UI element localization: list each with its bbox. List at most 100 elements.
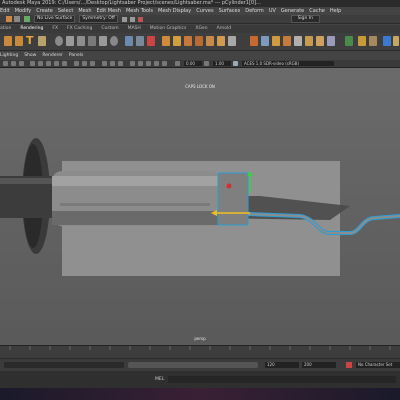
menu-select[interactable]: Select	[58, 7, 73, 15]
menu-help[interactable]: Help	[330, 7, 341, 15]
command-input[interactable]	[168, 376, 396, 383]
gamma-icon[interactable]	[204, 61, 209, 66]
tab-arnold[interactable]: Arnold	[217, 25, 232, 33]
combine-icon[interactable]	[125, 36, 133, 46]
isolate-icon[interactable]	[102, 61, 107, 66]
tab-fx[interactable]: FX	[52, 25, 58, 33]
range-slider-track[interactable]	[4, 362, 124, 368]
field-chart-icon[interactable]	[146, 61, 151, 66]
text-tool-icon[interactable]: T	[26, 35, 34, 46]
magnet-icon[interactable]	[6, 16, 12, 22]
viewport[interactable]: CAPS LOCK ON persp	[0, 68, 400, 345]
live-surface-field[interactable]: No Live Surface	[34, 15, 76, 23]
menu-mesh-display[interactable]: Mesh Display	[158, 7, 191, 15]
menu-cache[interactable]: Cache	[309, 7, 325, 15]
curve-tool-icon[interactable]	[4, 36, 12, 46]
mirror-icon[interactable]	[294, 36, 302, 46]
time-slider[interactable]	[0, 345, 400, 358]
safe-action-icon[interactable]	[154, 61, 159, 66]
tab-fx-caching[interactable]: FX Caching	[67, 25, 92, 33]
smooth-icon[interactable]	[283, 36, 291, 46]
yellow-tool-icon[interactable]	[393, 36, 399, 46]
cylinder-icon[interactable]	[77, 36, 85, 46]
range-end-field[interactable]: 120	[265, 362, 299, 368]
tab-motion-graphics[interactable]: Motion Graphics	[150, 25, 187, 33]
wireframe-icon[interactable]	[38, 61, 43, 66]
render-icon[interactable]	[137, 16, 143, 22]
gear-icon[interactable]	[358, 36, 366, 46]
gate-mask-icon[interactable]	[138, 61, 143, 66]
uv-icon[interactable]	[250, 36, 258, 46]
layout-icon[interactable]	[272, 36, 280, 46]
character-set-dropdown[interactable]: No Character Set	[356, 362, 400, 368]
torus-icon[interactable]	[110, 36, 118, 46]
crease-icon[interactable]	[316, 36, 324, 46]
animation-end-field[interactable]: 200	[302, 362, 336, 368]
toggle-icon[interactable]	[121, 16, 127, 22]
camera-icon[interactable]	[3, 61, 8, 66]
menu-deform[interactable]: Deform	[245, 7, 264, 15]
texture-icon[interactable]	[54, 61, 59, 66]
curve-tool-icon-2[interactable]	[15, 36, 23, 46]
menu-generate[interactable]: Generate	[281, 7, 304, 15]
command-language-label[interactable]: MEL	[155, 377, 164, 382]
tab-mash[interactable]: MASH	[128, 25, 141, 33]
cube-icon[interactable]	[66, 36, 74, 46]
safe-title-icon[interactable]	[162, 61, 167, 66]
menu-curves[interactable]: Curves	[196, 7, 213, 15]
script-icon[interactable]	[345, 36, 353, 46]
boolean-icon[interactable]	[147, 36, 155, 46]
gamma-field[interactable]: 1.00	[213, 61, 231, 66]
bridge-icon[interactable]	[184, 36, 192, 46]
camera-attributes-icon[interactable]	[11, 61, 16, 66]
resolution-gate-icon[interactable]	[130, 61, 135, 66]
menu-modify[interactable]: Modify	[15, 7, 32, 15]
color-space-dropdown[interactable]: ACES 1.0 SDR-video (sRGB)	[242, 61, 334, 66]
toggle-icon-2[interactable]	[129, 16, 135, 22]
multi-cut-icon[interactable]	[206, 36, 214, 46]
sphere-icon[interactable]	[55, 36, 63, 46]
panel-menu-show[interactable]: Show	[24, 51, 36, 60]
lights-icon[interactable]	[62, 61, 67, 66]
menu-surfaces[interactable]: Surfaces	[219, 7, 241, 15]
unfold-icon[interactable]	[261, 36, 269, 46]
menu-edit[interactable]: Edit	[0, 7, 10, 15]
menu-edit-mesh[interactable]: Edit Mesh	[97, 7, 121, 15]
loop-icon[interactable]	[228, 36, 236, 46]
cone-icon[interactable]	[88, 36, 96, 46]
grid-icon[interactable]	[30, 61, 35, 66]
bookmark-icon[interactable]	[19, 61, 24, 66]
range-slider-handle[interactable]	[128, 362, 258, 368]
shelf-editor-icon[interactable]	[369, 36, 377, 46]
blue-tool-icon[interactable]	[383, 36, 391, 46]
color-management-icon[interactable]	[233, 61, 238, 66]
sign-in-button[interactable]: Sign In	[290, 15, 320, 23]
svg-tool-icon[interactable]	[38, 36, 46, 46]
quad-draw-icon[interactable]	[305, 36, 313, 46]
bevel-icon[interactable]	[173, 36, 181, 46]
xray-joints-icon[interactable]	[118, 61, 123, 66]
smooth-shade-icon[interactable]	[46, 61, 51, 66]
menu-uv[interactable]: UV	[269, 7, 276, 15]
anti-aliasing-icon[interactable]	[90, 61, 95, 66]
menu-mesh[interactable]: Mesh	[78, 7, 91, 15]
tab-animation[interactable]: ation	[0, 25, 11, 33]
xray-icon[interactable]	[110, 61, 115, 66]
tab-custom[interactable]: Custom	[101, 25, 118, 33]
character-set-icon[interactable]	[346, 362, 352, 368]
move-z-handle[interactable]	[226, 183, 232, 189]
tab-xgen[interactable]: XGen	[195, 25, 207, 33]
plane-icon[interactable]	[99, 36, 107, 46]
shadows-icon[interactable]	[74, 61, 79, 66]
target-icon[interactable]	[24, 16, 30, 22]
snap-icon[interactable]	[14, 16, 20, 22]
separate-icon[interactable]	[136, 36, 144, 46]
ambient-occlusion-icon[interactable]	[82, 61, 87, 66]
panel-menu-panels[interactable]: Panels	[69, 51, 83, 60]
fill-hole-icon[interactable]	[195, 36, 203, 46]
exposure-field[interactable]: 0.00	[184, 61, 202, 66]
target-weld-icon[interactable]	[217, 36, 225, 46]
menu-mesh-tools[interactable]: Mesh Tools	[126, 7, 153, 15]
sculpt-icon[interactable]	[327, 36, 335, 46]
symmetry-dropdown[interactable]: Symmetry: Off	[79, 15, 118, 23]
